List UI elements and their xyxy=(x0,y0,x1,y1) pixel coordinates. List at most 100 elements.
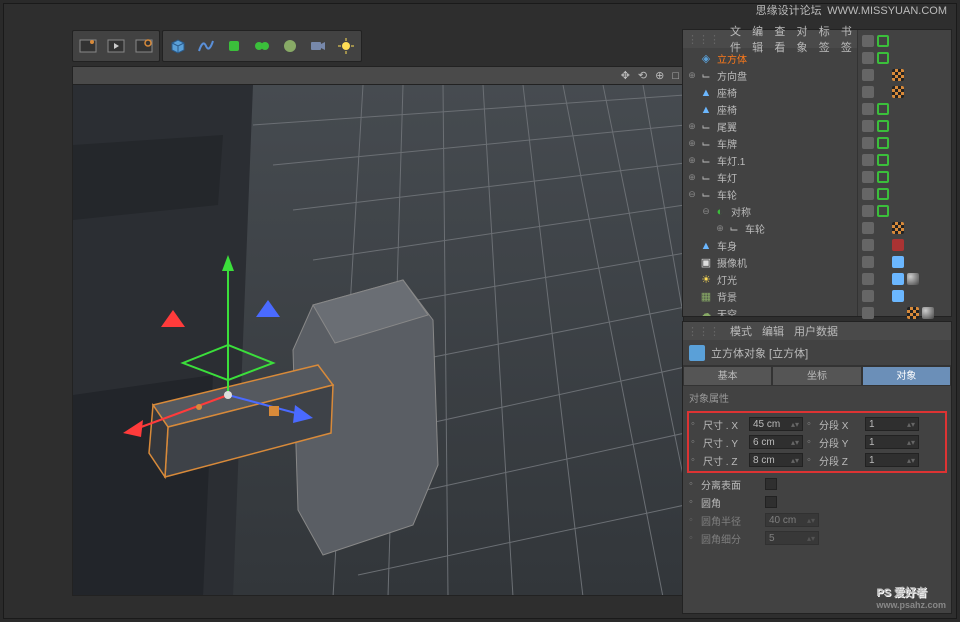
tag-red[interactable] xyxy=(892,239,904,251)
tag-gray[interactable] xyxy=(862,52,874,64)
tag-sphere[interactable] xyxy=(907,273,919,285)
tag-row[interactable] xyxy=(858,117,951,134)
tag-row[interactable] xyxy=(858,287,951,304)
object-tree[interactable]: ◈立方体⊕⌙方向盘▲座椅▲座椅⊕⌙尾翼⊕⌙车牌⊕⌙车灯.1⊕⌙车灯⊖⌙车轮⊖◐对… xyxy=(683,48,857,316)
tag-green[interactable] xyxy=(877,120,889,132)
tag-row[interactable] xyxy=(858,100,951,117)
tag-gray[interactable] xyxy=(862,188,874,200)
attr-menu-edit[interactable]: 编辑 xyxy=(762,323,784,339)
tag-gray[interactable] xyxy=(862,307,874,319)
tag-gray[interactable] xyxy=(862,69,874,81)
tree-item[interactable]: ▦背景 xyxy=(683,288,857,305)
tag-green[interactable] xyxy=(877,171,889,183)
render-pv-button[interactable] xyxy=(103,33,129,59)
tree-item[interactable]: ▲车身 xyxy=(683,237,857,254)
tag-chk[interactable] xyxy=(892,222,904,234)
tag-gray[interactable] xyxy=(862,120,874,132)
tab-object[interactable]: 对象 xyxy=(862,366,951,386)
attr-menu-mode[interactable]: 模式 xyxy=(730,323,752,339)
prop-input[interactable]: 1▴▾ xyxy=(865,417,919,431)
tree-item[interactable]: ▣摄像机 xyxy=(683,254,857,271)
prop-input[interactable]: 45 cm▴▾ xyxy=(749,417,803,431)
tag-green[interactable] xyxy=(877,188,889,200)
tree-item[interactable]: ⊖⌙车轮 xyxy=(683,186,857,203)
tag-row[interactable] xyxy=(858,32,951,49)
render-settings-button[interactable] xyxy=(131,33,157,59)
tree-item[interactable]: ▲座椅 xyxy=(683,101,857,118)
tag-gray[interactable] xyxy=(862,137,874,149)
tree-item[interactable]: ⊕⌙车牌 xyxy=(683,135,857,152)
tag-green[interactable] xyxy=(877,35,889,47)
expand-icon[interactable]: ⊕ xyxy=(687,155,697,166)
tag-row[interactable] xyxy=(858,83,951,100)
tag-green[interactable] xyxy=(877,103,889,115)
tag-gray[interactable] xyxy=(862,273,874,285)
tag-gray[interactable] xyxy=(862,171,874,183)
tag-gray[interactable] xyxy=(862,35,874,47)
tag-row[interactable] xyxy=(858,236,951,253)
tag-row[interactable] xyxy=(858,151,951,168)
light-button[interactable] xyxy=(333,33,359,59)
tree-item[interactable]: ☁天空 xyxy=(683,305,857,316)
viewport-nav-icon[interactable]: ⟲ xyxy=(638,69,647,82)
tag-row[interactable] xyxy=(858,66,951,83)
expand-icon[interactable]: ⊕ xyxy=(687,138,697,149)
camera-button[interactable] xyxy=(305,33,331,59)
tag-row[interactable] xyxy=(858,253,951,270)
expand-icon[interactable]: ⊖ xyxy=(701,206,711,217)
tree-item[interactable]: ⊕⌙尾翼 xyxy=(683,118,857,135)
3d-viewport[interactable]: ✥ ⟲ ⊕ □ xyxy=(72,66,684,596)
expand-icon[interactable]: ⊕ xyxy=(687,121,697,132)
tag-gray[interactable] xyxy=(862,205,874,217)
expand-icon[interactable]: ⊖ xyxy=(687,189,697,200)
tree-item[interactable]: ☀灯光 xyxy=(683,271,857,288)
object-tags-column[interactable] xyxy=(857,30,951,316)
tag-green[interactable] xyxy=(877,137,889,149)
tag-gray[interactable] xyxy=(862,103,874,115)
expand-icon[interactable]: ⊕ xyxy=(715,223,725,234)
attr-menu-userdata[interactable]: 用户数据 xyxy=(794,323,838,339)
prop-input[interactable]: 8 cm▴▾ xyxy=(749,453,803,467)
environment-button[interactable] xyxy=(277,33,303,59)
tree-item[interactable]: ⊕⌙车灯.1 xyxy=(683,152,857,169)
tag-row[interactable] xyxy=(858,168,951,185)
spline-button[interactable] xyxy=(193,33,219,59)
checkbox[interactable] xyxy=(765,496,777,508)
tree-item[interactable]: ◈立方体 xyxy=(683,50,857,67)
tag-row[interactable] xyxy=(858,185,951,202)
cube-primitive-button[interactable] xyxy=(165,33,191,59)
tag-green[interactable] xyxy=(877,205,889,217)
tab-basic[interactable]: 基本 xyxy=(683,366,772,386)
tag-row[interactable] xyxy=(858,49,951,66)
tag-gray[interactable] xyxy=(862,290,874,302)
expand-icon[interactable]: ⊕ xyxy=(687,70,697,81)
tree-item[interactable]: ⊕⌙车灯 xyxy=(683,169,857,186)
tag-row[interactable] xyxy=(858,202,951,219)
tag-eye[interactable] xyxy=(892,256,904,268)
tag-chk[interactable] xyxy=(892,69,904,81)
prop-input[interactable]: 1▴▾ xyxy=(865,453,919,467)
tag-gray[interactable] xyxy=(862,86,874,98)
tag-green[interactable] xyxy=(877,154,889,166)
viewport-nav-icon[interactable]: ⊕ xyxy=(655,69,664,82)
tag-row[interactable] xyxy=(858,270,951,287)
render-view-button[interactable] xyxy=(75,33,101,59)
tree-item[interactable]: ⊕⌙方向盘 xyxy=(683,67,857,84)
tree-item[interactable]: ▲座椅 xyxy=(683,84,857,101)
tag-eye[interactable] xyxy=(892,290,904,302)
tag-chk[interactable] xyxy=(907,307,919,319)
tab-coord[interactable]: 坐标 xyxy=(772,366,861,386)
tag-row[interactable] xyxy=(858,304,951,321)
tag-sphere[interactable] xyxy=(922,307,934,319)
tag-gray[interactable] xyxy=(862,222,874,234)
tag-eye[interactable] xyxy=(892,273,904,285)
tag-row[interactable] xyxy=(858,134,951,151)
tag-gray[interactable] xyxy=(862,256,874,268)
generator-button[interactable] xyxy=(221,33,247,59)
tree-item[interactable]: ⊕⌙车轮 xyxy=(683,220,857,237)
tag-green[interactable] xyxy=(877,52,889,64)
checkbox[interactable] xyxy=(765,478,777,490)
viewport-nav-icon[interactable]: ✥ xyxy=(621,69,630,82)
tag-chk[interactable] xyxy=(892,86,904,98)
deformer-button[interactable] xyxy=(249,33,275,59)
